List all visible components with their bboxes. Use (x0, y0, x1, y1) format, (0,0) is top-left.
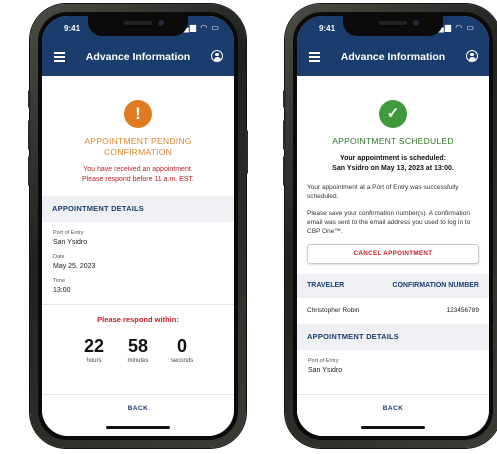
field-label: Time (53, 278, 66, 284)
mute-switch (283, 90, 286, 108)
screen: 9:41 ▂▄▆ ◠ ▭ Advance Information ✓ APPOI… (297, 16, 489, 436)
countdown-seconds: 0 seconds (160, 336, 204, 364)
volume-down-button (283, 156, 286, 186)
countdown-value: 22 (83, 336, 105, 356)
account-icon[interactable] (466, 50, 478, 62)
home-indicator (361, 426, 425, 429)
alert-line-1: You have received an appointment. (83, 166, 193, 173)
field-label: Port of Entry (308, 358, 339, 364)
back-button[interactable]: BACK (297, 405, 489, 412)
divider (42, 304, 234, 305)
status-time: 9:41 (319, 24, 336, 33)
appointment-details-heading: APPOINTMENT DETAILS (297, 324, 489, 350)
volume-up-button (283, 120, 286, 150)
countdown-unit: minutes (127, 358, 149, 364)
volume-down-button (28, 156, 31, 186)
exclamation-icon: ! (124, 100, 152, 128)
cancel-appointment-button[interactable]: CANCEL APPOINTMENT (307, 244, 479, 264)
alert-line-2: Please respond before 11 a.m. EST. (82, 175, 194, 183)
field-date: Date May 25, 2023 (42, 254, 234, 270)
notch (88, 16, 188, 36)
appointment-details-heading: APPOINTMENT DETAILS (42, 196, 234, 222)
account-icon[interactable] (211, 50, 223, 62)
traveler-name: Christopher Robin (307, 307, 360, 314)
page-title: Advance Information (85, 51, 191, 63)
countdown-unit: seconds (170, 358, 194, 364)
field-label: Port of Entry (53, 230, 84, 236)
field-value: San Ysidro (308, 367, 343, 374)
notch (343, 16, 443, 36)
confirm-line-1: Your appointment is scheduled: (339, 155, 447, 162)
alert-message: You have received an appointment. Please… (42, 165, 234, 184)
field-value: 13:00 (53, 287, 71, 294)
page-title: Advance Information (340, 51, 446, 63)
table-row: Christopher Robin 123456789 (297, 298, 489, 324)
main-content: ! APPOINTMENT PENDING CONFIRMATION You h… (42, 76, 234, 394)
countdown-timer: 22 hours 58 minutes 0 seconds (42, 336, 234, 364)
nav-row: Advance Information (42, 46, 234, 70)
countdown-minutes: 58 minutes (116, 336, 160, 364)
bottom-bar: BACK (42, 394, 234, 436)
countdown-hours: 22 hours (72, 336, 116, 364)
field-value: San Ysidro (53, 239, 88, 246)
field-value: May 25, 2023 (53, 263, 96, 270)
back-button[interactable]: BACK (42, 405, 234, 412)
phone-left: 9:41 ▂▄▆ ◠ ▭ Advance Information ! APPOI… (28, 4, 248, 448)
headline-line-2: CONFIRMATION (103, 147, 173, 157)
traveler-table-header: TRAVELER CONFIRMATION NUMBER (297, 274, 489, 298)
confirmation-message: Your appointment is scheduled: San Ysidr… (297, 154, 489, 173)
status-headline: APPOINTMENT SCHEDULED (332, 136, 454, 146)
countdown-unit: hours (86, 358, 102, 364)
success-paragraph: Your appointment at a Port of Entry was … (307, 184, 459, 200)
screen: 9:41 ▂▄▆ ◠ ▭ Advance Information ! APPOI… (42, 16, 234, 436)
phone-right: 9:41 ▂▄▆ ◠ ▭ Advance Information ✓ APPOI… (283, 4, 497, 448)
nav-row: Advance Information (297, 46, 489, 70)
countdown-value: 0 (176, 336, 187, 356)
main-content: ✓ APPOINTMENT SCHEDULED Your appointment… (297, 76, 489, 394)
confirmation-number: 123456789 (446, 307, 479, 314)
confirmation-number-column-header: CONFIRMATION NUMBER (392, 282, 479, 289)
respond-within-title: Please respond within: (97, 315, 179, 324)
volume-up-button (28, 120, 31, 150)
status-headline: APPOINTMENT PENDING CONFIRMATION (42, 136, 234, 158)
confirm-line-2: San Ysidro on May 13, 2023 at 13:00. (332, 164, 454, 172)
field-port: Port of Entry San Ysidro (297, 358, 489, 374)
field-time: Time 13:00 (42, 278, 234, 294)
home-indicator (106, 426, 170, 429)
bottom-bar: BACK (297, 394, 489, 436)
save-confirmation-paragraph: Please save your confirmation number(s).… (307, 210, 471, 235)
checkmark-icon: ✓ (379, 100, 407, 128)
mute-switch (28, 90, 31, 108)
countdown-value: 58 (127, 336, 149, 356)
headline-line-1: APPOINTMENT PENDING (84, 136, 192, 146)
traveler-column-header: TRAVELER (307, 282, 345, 289)
field-port: Port of Entry San Ysidro (42, 230, 234, 246)
power-button (245, 130, 248, 174)
status-time: 9:41 (64, 24, 81, 33)
field-label: Date (53, 254, 65, 260)
